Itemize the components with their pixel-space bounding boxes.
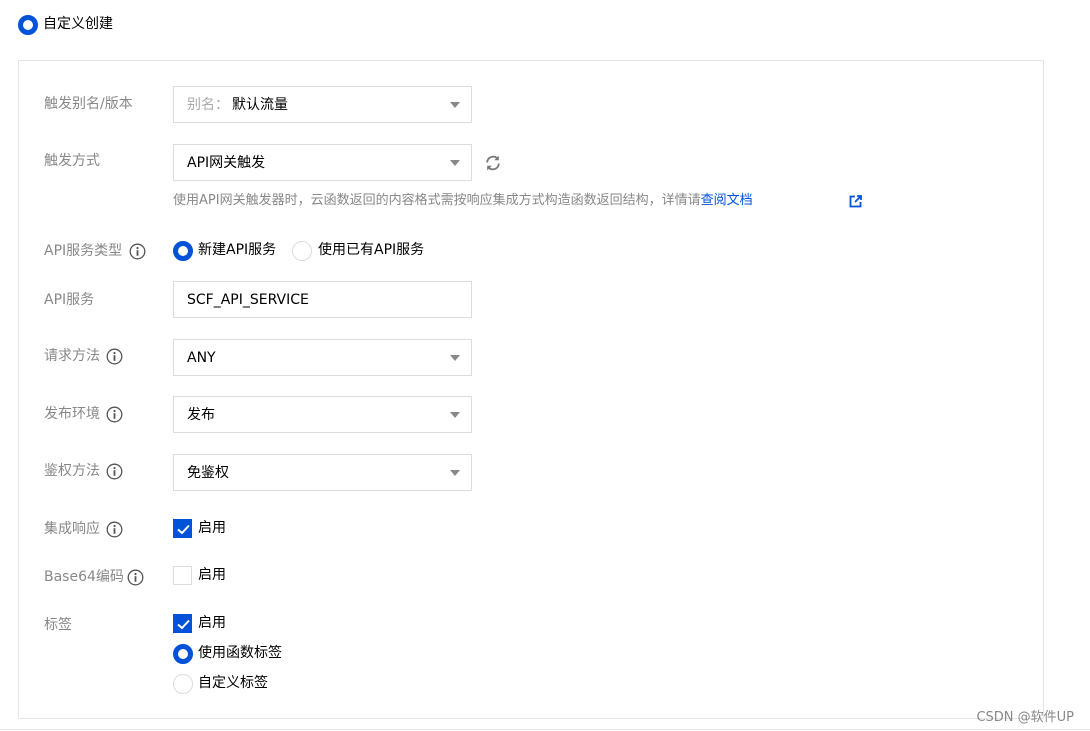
info-icon <box>106 406 123 423</box>
info-icon <box>106 521 123 538</box>
base64-enable-label: 启用 <box>198 567 226 583</box>
alias-value: 默认流量 <box>232 97 288 113</box>
info-icon <box>127 569 144 586</box>
trigger-hint: 使用API网关触发器时，云函数返回的内容格式需按响应集成方式构造函数返回结构，详… <box>173 192 753 210</box>
function-tags-label: 使用函数标签 <box>198 645 282 661</box>
function-tags-radio[interactable] <box>173 644 193 664</box>
base64-checkbox[interactable] <box>173 566 192 585</box>
info-icon <box>106 348 123 365</box>
trigger-label: 触发方式 <box>44 153 100 169</box>
tags-checkbox[interactable] <box>173 614 192 633</box>
caret-down-icon <box>450 412 460 418</box>
custom-create-radio[interactable] <box>18 15 38 35</box>
base64-label: Base64编码 <box>44 569 124 585</box>
alias-prefix: 别名： <box>187 97 229 113</box>
caret-down-icon <box>450 160 460 166</box>
info-icon <box>129 243 146 260</box>
caret-down-icon <box>450 470 460 476</box>
custom-tags-label: 自定义标签 <box>198 675 268 691</box>
custom-create-label: 自定义创建 <box>43 16 113 32</box>
request-method-value: ANY <box>187 350 216 366</box>
integrated-response-checkbox[interactable] <box>173 519 192 538</box>
existing-api-service-radio[interactable] <box>292 241 312 261</box>
request-method-select[interactable]: ANY <box>173 339 472 376</box>
trigger-hint-text: 使用API网关触发器时，云函数返回的内容格式需按响应集成方式构造函数返回结构，详… <box>173 193 701 208</box>
tags-label: 标签 <box>44 617 72 633</box>
api-service-type-label: API服务类型 <box>44 243 123 259</box>
alias-label: 触发别名/版本 <box>44 96 133 112</box>
tags-enable-label: 启用 <box>198 615 226 631</box>
new-api-service-radio[interactable] <box>173 241 193 261</box>
environment-value: 发布 <box>187 407 215 423</box>
environment-select[interactable]: 发布 <box>173 396 472 433</box>
integrated-response-label: 集成响应 <box>44 521 100 537</box>
custom-tags-radio[interactable] <box>173 674 193 694</box>
caret-down-icon <box>450 102 460 108</box>
environment-label: 发布环境 <box>44 406 100 422</box>
info-icon <box>106 463 123 480</box>
view-docs-link[interactable]: 查阅文档 <box>701 193 753 208</box>
refresh-icon[interactable] <box>484 154 502 172</box>
auth-method-select[interactable]: 免鉴权 <box>173 454 472 491</box>
alias-select[interactable]: 别名： 默认流量 <box>173 86 472 123</box>
integrated-response-enable-label: 启用 <box>198 520 226 536</box>
trigger-config-panel <box>18 60 1044 719</box>
auth-method-label: 鉴权方法 <box>44 463 100 479</box>
external-link-icon[interactable] <box>849 195 862 208</box>
api-service-input[interactable]: SCF_API_SERVICE <box>173 281 472 318</box>
trigger-select[interactable]: API网关触发 <box>173 144 472 181</box>
bottom-divider <box>0 729 1090 730</box>
new-api-service-label: 新建API服务 <box>198 242 277 258</box>
watermark: CSDN @软件UP <box>976 710 1074 725</box>
request-method-label: 请求方法 <box>44 348 100 364</box>
api-service-value: SCF_API_SERVICE <box>187 292 309 308</box>
api-service-label: API服务 <box>44 292 95 308</box>
check-icon <box>177 524 190 535</box>
auth-method-value: 免鉴权 <box>187 465 229 481</box>
existing-api-service-label: 使用已有API服务 <box>318 242 425 258</box>
trigger-value: API网关触发 <box>187 155 266 171</box>
caret-down-icon <box>450 355 460 361</box>
check-icon <box>177 619 190 630</box>
